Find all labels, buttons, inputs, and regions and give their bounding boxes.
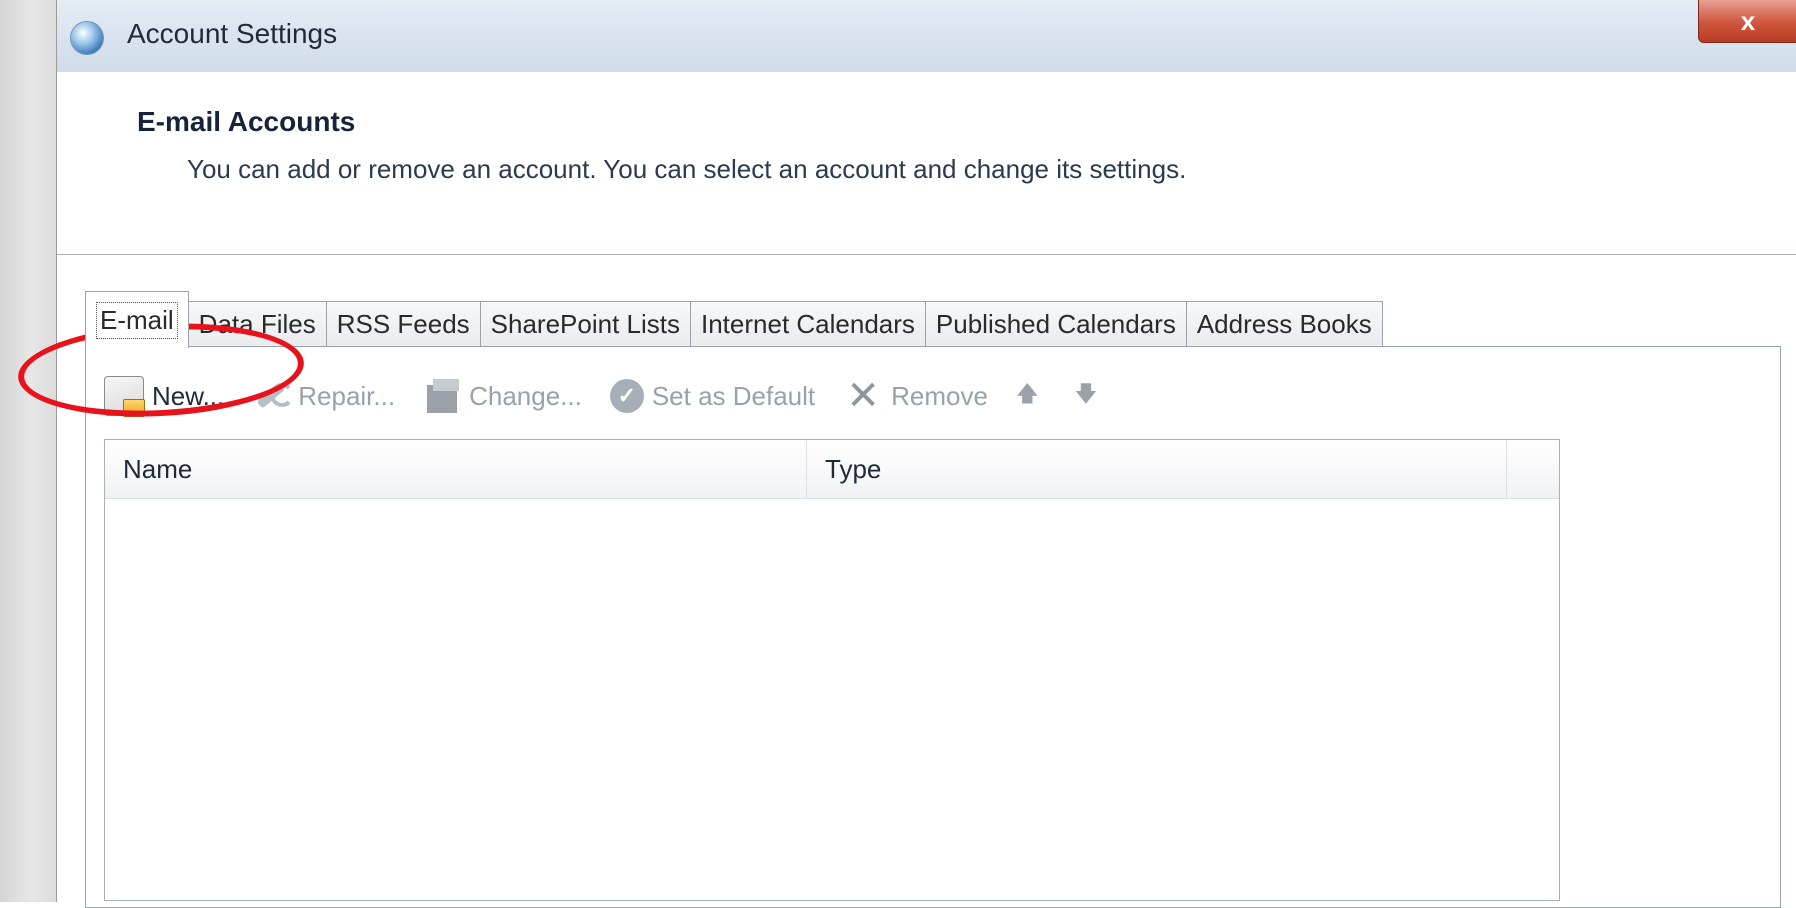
background-left-strip bbox=[0, 0, 56, 902]
title-bar: Account Settings x bbox=[57, 0, 1796, 73]
account-list[interactable]: Name Type bbox=[104, 439, 1560, 901]
remove-button[interactable]: ✕ Remove bbox=[843, 374, 988, 418]
window-title: Account Settings bbox=[127, 18, 338, 49]
repair-button[interactable]: Repair... bbox=[252, 377, 395, 415]
dialog-body: E-mail Data Files RSS Feeds SharePoint L… bbox=[57, 255, 1796, 908]
account-settings-window: Account Settings x E-mail Accounts You c… bbox=[56, 0, 1796, 908]
wrench-icon bbox=[252, 377, 295, 415]
outlook-globe-icon bbox=[71, 22, 103, 54]
new-account-icon bbox=[104, 376, 145, 417]
account-toolbar: New... Repair... Change... ✓ Set as Defa… bbox=[104, 369, 1133, 423]
tab-data-files[interactable]: Data Files bbox=[187, 301, 327, 347]
dialog-header: E-mail Accounts You can add or remove an… bbox=[57, 72, 1796, 255]
set-as-default-button[interactable]: ✓ Set as Default bbox=[609, 379, 816, 413]
x-icon: ✕ bbox=[846, 374, 880, 418]
remove-label: Remove bbox=[891, 380, 988, 411]
section-title: E-mail Accounts bbox=[137, 106, 356, 137]
close-button[interactable]: x bbox=[1698, 0, 1796, 43]
column-header-filler bbox=[1507, 440, 1559, 498]
checkmark-icon: ✓ bbox=[609, 379, 644, 413]
arrow-down-icon[interactable]: 🡇 bbox=[1075, 377, 1098, 415]
account-list-header: Name Type bbox=[105, 440, 1559, 499]
arrow-up-icon[interactable]: 🡅 bbox=[1016, 377, 1039, 415]
change-icon bbox=[423, 377, 461, 415]
tab-email[interactable]: E-mail bbox=[85, 291, 189, 348]
tab-internet-calendars[interactable]: Internet Calendars bbox=[690, 301, 926, 347]
new-account-button[interactable]: New... bbox=[104, 376, 225, 417]
column-header-name[interactable]: Name bbox=[105, 440, 807, 498]
email-tab-panel: New... Repair... Change... ✓ Set as Defa… bbox=[85, 346, 1781, 908]
tab-email-label: E-mail bbox=[96, 301, 178, 339]
column-header-type[interactable]: Type bbox=[807, 440, 1507, 498]
tab-rss-feeds[interactable]: RSS Feeds bbox=[325, 301, 481, 347]
tab-strip: E-mail Data Files RSS Feeds SharePoint L… bbox=[85, 291, 1383, 348]
repair-label: Repair... bbox=[298, 380, 396, 411]
new-account-label: New... bbox=[152, 380, 225, 411]
change-button[interactable]: Change... bbox=[423, 377, 582, 415]
set-as-default-label: Set as Default bbox=[651, 380, 816, 411]
section-description: You can add or remove an account. You ca… bbox=[187, 154, 1187, 184]
change-label: Change... bbox=[469, 380, 582, 411]
tab-address-books[interactable]: Address Books bbox=[1185, 301, 1383, 347]
tab-published-calendars[interactable]: Published Calendars bbox=[924, 301, 1187, 347]
tab-sharepoint-lists[interactable]: SharePoint Lists bbox=[479, 301, 691, 347]
